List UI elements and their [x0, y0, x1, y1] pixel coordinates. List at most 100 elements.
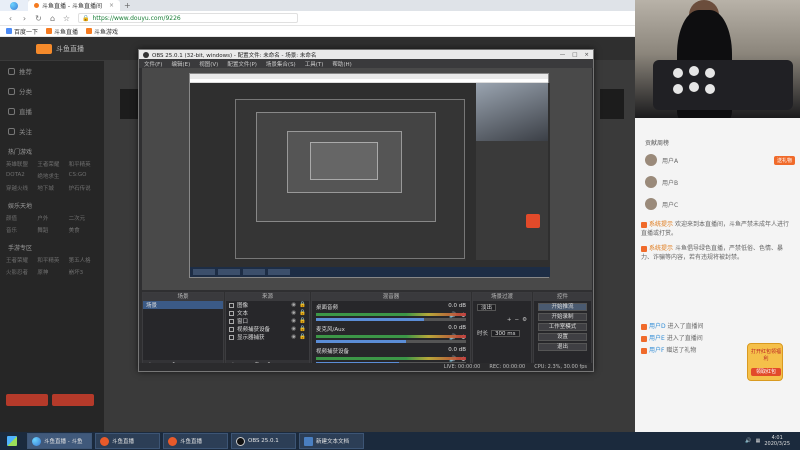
visibility-eye-icon[interactable]: ◉: [291, 302, 296, 308]
category-link[interactable]: 美食: [69, 226, 98, 235]
visibility-eye-icon[interactable]: ◉: [291, 318, 296, 324]
visibility-eye-icon[interactable]: ◉: [291, 310, 296, 316]
sidebar-item[interactable]: 分类: [0, 81, 104, 101]
bookmark-item[interactable]: 斗鱼直播: [46, 27, 78, 36]
bookmark-item[interactable]: 斗鱼游戏: [86, 27, 118, 36]
red-envelope-widget[interactable]: 打开红包领福利 领取红包: [747, 343, 783, 381]
source-item[interactable]: 视频捕获设备 ◉ 🔒: [226, 325, 309, 333]
menu-item[interactable]: 文件(F): [144, 60, 162, 68]
promo-button[interactable]: [52, 394, 94, 406]
taskbar-button[interactable]: 新建文本文档: [299, 433, 364, 449]
volume-slider[interactable]: [316, 340, 466, 343]
sidebar-item[interactable]: 关注: [0, 121, 104, 141]
redbag-button[interactable]: 领取红包: [751, 368, 781, 376]
obs-preview-canvas[interactable]: [142, 68, 592, 290]
menu-item[interactable]: 编辑(E): [171, 60, 190, 68]
source-item[interactable]: 图像 ◉ 🔒: [226, 301, 309, 309]
category-link[interactable]: 崩坏3: [69, 268, 98, 277]
minimize-icon[interactable]: —: [560, 52, 566, 58]
source-item[interactable]: 文本 ◉ 🔒: [226, 309, 309, 317]
nested-obs-window: [256, 112, 436, 222]
category-link[interactable]: 绝地求生: [37, 172, 66, 181]
category-link[interactable]: 穿越火线: [6, 184, 35, 193]
scene-item[interactable]: 场景: [143, 301, 223, 309]
close-icon[interactable]: ×: [584, 52, 589, 58]
volume-icon[interactable]: 🔊: [745, 438, 751, 444]
category-link[interactable]: 原神: [37, 268, 66, 277]
category-link[interactable]: 音乐: [6, 226, 35, 235]
category-link[interactable]: CS:GO: [69, 172, 98, 181]
lock-icon[interactable]: 🔒: [299, 326, 306, 332]
network-icon[interactable]: ▦: [756, 438, 761, 444]
menu-item[interactable]: 场景集合(S): [266, 60, 296, 68]
category-icon: [8, 87, 15, 95]
close-tab-icon[interactable]: ×: [109, 2, 114, 9]
transition-type-select[interactable]: 淡出: [477, 304, 497, 311]
add-icon[interactable]: +: [507, 317, 512, 323]
menu-item[interactable]: 工具(T): [305, 60, 324, 68]
obs-icon: [236, 436, 245, 446]
lock-icon[interactable]: 🔒: [299, 334, 306, 340]
remove-icon[interactable]: −: [514, 317, 519, 323]
category-link[interactable]: 和平精英: [37, 256, 66, 265]
forward-icon[interactable]: ›: [20, 14, 29, 23]
category-link[interactable]: 二次元: [69, 214, 98, 223]
lock-icon[interactable]: 🔒: [299, 318, 306, 324]
lock-icon[interactable]: 🔒: [299, 302, 306, 308]
source-item[interactable]: 窗口 ◉ 🔒: [226, 317, 309, 325]
back-icon[interactable]: ‹: [6, 14, 15, 23]
refresh-icon[interactable]: ↻: [34, 14, 43, 23]
visibility-eye-icon[interactable]: ◉: [291, 334, 296, 340]
settings-button[interactable]: 设置: [538, 333, 587, 341]
category-link[interactable]: 炉石传说: [69, 184, 98, 193]
category-link[interactable]: 颜值: [6, 214, 35, 223]
rank-row[interactable]: 用户B: [645, 174, 795, 190]
visibility-eye-icon[interactable]: ◉: [291, 326, 296, 332]
rank-header[interactable]: 贡献周榜: [635, 136, 800, 148]
favorite-star-icon[interactable]: ☆: [62, 14, 71, 23]
sidebar-item[interactable]: 推荐: [0, 61, 104, 81]
bookmark-item[interactable]: 百度一下: [6, 27, 38, 36]
category-link[interactable]: 舞蹈: [37, 226, 66, 235]
category-link[interactable]: 王者荣耀: [6, 256, 35, 265]
category-link[interactable]: 火影忍者: [6, 268, 35, 277]
home-icon[interactable]: ⌂: [48, 14, 57, 23]
menu-item[interactable]: 帮助(H): [332, 60, 351, 68]
category-link[interactable]: 户外: [37, 214, 66, 223]
settings-gear-icon[interactable]: ⚙: [522, 317, 527, 323]
rank-row[interactable]: 用户C: [645, 196, 795, 212]
category-link[interactable]: 第五人格: [69, 256, 98, 265]
maximize-icon[interactable]: □: [572, 52, 577, 58]
menu-item[interactable]: 视图(V): [199, 60, 218, 68]
menu-item[interactable]: 配置文件(P): [227, 60, 257, 68]
volume-slider[interactable]: [316, 318, 466, 321]
lock-icon[interactable]: 🔒: [299, 310, 306, 316]
promo-button[interactable]: [6, 394, 48, 406]
address-bar[interactable]: 🔒 https://www.douyu.com/9226: [78, 13, 298, 23]
sidebar-item[interactable]: 直播: [0, 101, 104, 121]
duration-input[interactable]: 300 ms: [491, 329, 520, 337]
taskbar-button[interactable]: OBS 25.0.1: [231, 433, 296, 449]
studio-mode-button[interactable]: 工作室模式: [538, 323, 587, 331]
taskbar-button[interactable]: 斗鱼直播: [163, 433, 228, 449]
category-link[interactable]: 地下城: [37, 184, 66, 193]
new-tab-button[interactable]: +: [124, 1, 131, 10]
taskbar-button[interactable]: 斗鱼直播: [95, 433, 160, 449]
gift-tag[interactable]: 送礼物: [773, 155, 795, 165]
browser-brand[interactable]: [0, 0, 28, 11]
taskbar-button[interactable]: 斗鱼直播 - 斗鱼: [27, 433, 92, 449]
site-logo[interactable]: 斗鱼直播: [36, 43, 124, 55]
start-streaming-button[interactable]: 开始推流: [538, 303, 587, 311]
rank-row[interactable]: 用户A 送礼物: [645, 152, 795, 168]
browser-tab[interactable]: 斗鱼直播 - 斗鱼直播间 ×: [28, 0, 121, 11]
start-recording-button[interactable]: 开始录制: [538, 313, 587, 321]
category-link[interactable]: 王者荣耀: [37, 160, 66, 169]
category-link[interactable]: 英雄联盟: [6, 160, 35, 169]
clock[interactable]: 4:01 2020/3/25: [764, 435, 790, 447]
source-item[interactable]: 显示器捕获 ◉ 🔒: [226, 333, 309, 341]
start-button[interactable]: [0, 432, 24, 450]
exit-button[interactable]: 退出: [538, 343, 587, 351]
category-link[interactable]: DOTA2: [6, 172, 35, 181]
category-link[interactable]: 和平精英: [69, 160, 98, 169]
douyu-icon: [168, 436, 177, 446]
